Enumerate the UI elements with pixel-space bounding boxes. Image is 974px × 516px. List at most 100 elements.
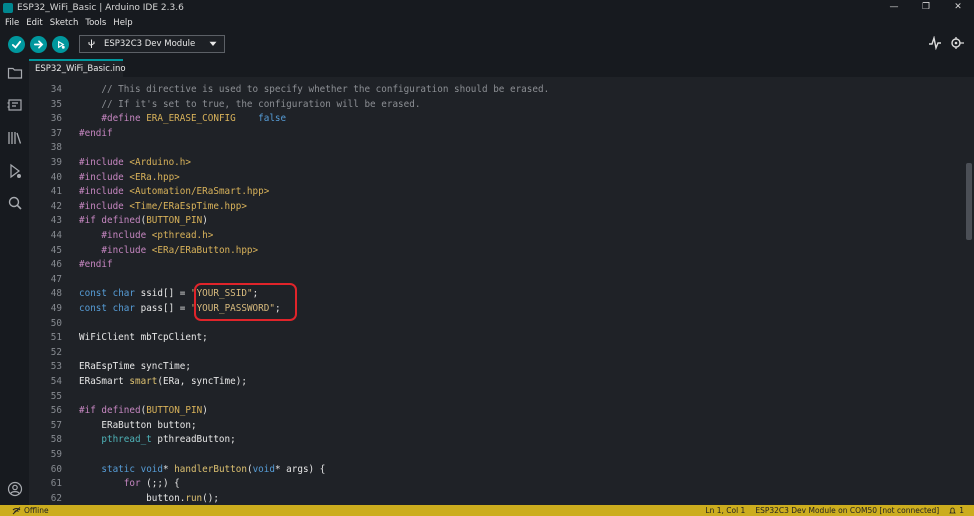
- code-line[interactable]: 42 #include <Time/ERaEspTime.hpp>: [29, 200, 959, 214]
- code-line[interactable]: 37 #endif: [29, 127, 959, 141]
- tab-sketch-file[interactable]: ESP32_WiFi_Basic.ino: [29, 59, 126, 77]
- code-line[interactable]: 51 WiFiClient mbTcpClient;: [29, 331, 959, 345]
- code-token: for: [123, 478, 141, 490]
- line-number: 41: [50, 186, 62, 198]
- cursor-position[interactable]: Ln 1, Col 1: [705, 506, 745, 515]
- account-icon[interactable]: [7, 481, 23, 497]
- line-code: #define ERA_ERASE_CONFIG false: [79, 112, 286, 126]
- code-line[interactable]: 45 #include <ERa/ERaButton.hpp>: [29, 244, 959, 258]
- code-token: smart: [129, 376, 158, 387]
- code-token: #if: [79, 215, 96, 227]
- maximize-button[interactable]: ❐: [910, 0, 942, 15]
- line-number: 47: [50, 273, 62, 285]
- upload-button[interactable]: [30, 36, 47, 53]
- code-line[interactable]: 47: [29, 273, 959, 287]
- code-line[interactable]: 55: [29, 390, 959, 404]
- scrollbar-thumb[interactable]: [966, 163, 972, 240]
- title-bar: ESP32_WiFi_Basic | Arduino IDE 2.3.6 — ❐…: [0, 0, 974, 15]
- library-manager-icon[interactable]: [7, 130, 23, 146]
- code-line[interactable]: 38: [29, 141, 959, 155]
- board-manager-icon[interactable]: [7, 97, 23, 113]
- line-number: 42: [50, 200, 62, 212]
- code-line[interactable]: 44 #include <pthread.h>: [29, 229, 959, 243]
- code-token: BUTTON_PIN: [146, 215, 203, 227]
- code-line[interactable]: 50: [29, 317, 959, 331]
- window-title: ESP32_WiFi_Basic | Arduino IDE 2.3.6: [17, 2, 184, 13]
- menu-sketch[interactable]: Sketch: [50, 18, 79, 28]
- code-token: ): [202, 405, 208, 417]
- code-token: button.: [79, 492, 186, 504]
- line-code: // This directive is used to specify whe…: [79, 83, 549, 97]
- code-line[interactable]: 35 // If it's set to true, the configura…: [29, 98, 959, 112]
- code-line[interactable]: 59: [29, 448, 959, 462]
- folder-icon[interactable]: [7, 65, 23, 81]
- line-number: 36: [50, 113, 62, 125]
- line-number: 34: [50, 84, 62, 95]
- code-line[interactable]: 40 #include <ERa.hpp>: [29, 171, 959, 185]
- code-editor[interactable]: 34 // This directive is used to specify …: [29, 77, 965, 505]
- code-token: char: [112, 303, 135, 314]
- code-token: // This directive is used to specify whe…: [101, 84, 550, 95]
- line-number: 35: [50, 98, 62, 110]
- board-status[interactable]: ESP32C3 Dev Module on COM50 [not connect…: [755, 506, 939, 515]
- code-line[interactable]: 52: [29, 346, 959, 360]
- chevron-down-icon: [209, 41, 217, 46]
- verify-button[interactable]: [8, 36, 25, 53]
- code-line[interactable]: 41 #include <Automation/ERaSmart.hpp>: [29, 185, 959, 199]
- line-number: 45: [50, 244, 62, 256]
- code-token: handlerButton: [174, 463, 247, 475]
- line-code: WiFiClient mbTcpClient;: [79, 331, 208, 345]
- serial-plotter-button[interactable]: [928, 35, 942, 54]
- code-token: <Time/ERaEspTime.hpp>: [129, 200, 247, 212]
- line-code: for (;;) {: [79, 477, 180, 491]
- line-code: button.run();: [79, 492, 219, 505]
- checkmark-icon: [11, 40, 22, 49]
- code-line[interactable]: 39 #include <Arduino.h>: [29, 156, 959, 170]
- bell-icon[interactable]: [949, 507, 957, 515]
- menu-edit[interactable]: Edit: [26, 18, 42, 28]
- close-button[interactable]: ✕: [942, 0, 974, 15]
- line-number: 62: [50, 492, 62, 504]
- menu-help[interactable]: Help: [113, 18, 132, 28]
- menu-file[interactable]: File: [5, 18, 19, 28]
- code-token: ERaButton button;: [79, 419, 197, 431]
- menu-tools[interactable]: Tools: [85, 18, 106, 28]
- code-token: pthreadButton;: [151, 434, 236, 446]
- line-number: 38: [50, 142, 62, 154]
- code-line[interactable]: 60 static void* handlerButton(void* args…: [29, 463, 959, 477]
- code-token: pass[] =: [135, 303, 191, 314]
- code-line[interactable]: 61 for (;;) {: [29, 477, 959, 491]
- code-token: (ERa, syncTime);: [157, 376, 247, 387]
- code-line[interactable]: 34 // This directive is used to specify …: [29, 83, 959, 97]
- code-line[interactable]: 62 button.run();: [29, 492, 959, 505]
- code-line[interactable]: 43 #if defined(BUTTON_PIN): [29, 214, 959, 228]
- debug-run-icon[interactable]: [7, 163, 23, 179]
- line-number: 46: [50, 259, 62, 271]
- code-line[interactable]: 49 const char pass[] = "YOUR_PASSWORD";: [29, 302, 959, 316]
- vertical-scrollbar[interactable]: [965, 77, 974, 505]
- search-icon[interactable]: [7, 195, 23, 211]
- code-line[interactable]: 36 #define ERA_ERASE_CONFIG false: [29, 112, 959, 126]
- board-selector[interactable]: ESP32C3 Dev Module: [79, 35, 225, 53]
- code-line[interactable]: 46 #endif: [29, 258, 959, 272]
- line-code: #include <Automation/ERaSmart.hpp>: [79, 185, 269, 199]
- activity-sidebar: [0, 59, 29, 505]
- code-token: ERA_ERASE_CONFIG: [146, 113, 236, 125]
- code-line[interactable]: 57 ERaButton button;: [29, 419, 959, 433]
- code-line[interactable]: 53 ERaEspTime syncTime;: [29, 360, 959, 374]
- code-line[interactable]: 58 pthread_t pthreadButton;: [29, 433, 959, 447]
- minimize-button[interactable]: —: [878, 0, 910, 15]
- code-line[interactable]: 56 #if defined(BUTTON_PIN): [29, 404, 959, 418]
- code-line[interactable]: 54 ERaSmart smart(ERa, syncTime);: [29, 375, 959, 389]
- code-token: defined: [101, 215, 141, 227]
- code-line[interactable]: 48 const char ssid[] = "YOUR_SSID";: [29, 287, 959, 301]
- usb-icon: [88, 39, 95, 48]
- serial-monitor-button[interactable]: [949, 35, 965, 54]
- line-code: #include <ERa.hpp>: [79, 171, 180, 185]
- debug-button[interactable]: [52, 36, 69, 53]
- line-code: #include <Time/ERaEspTime.hpp>: [79, 200, 247, 214]
